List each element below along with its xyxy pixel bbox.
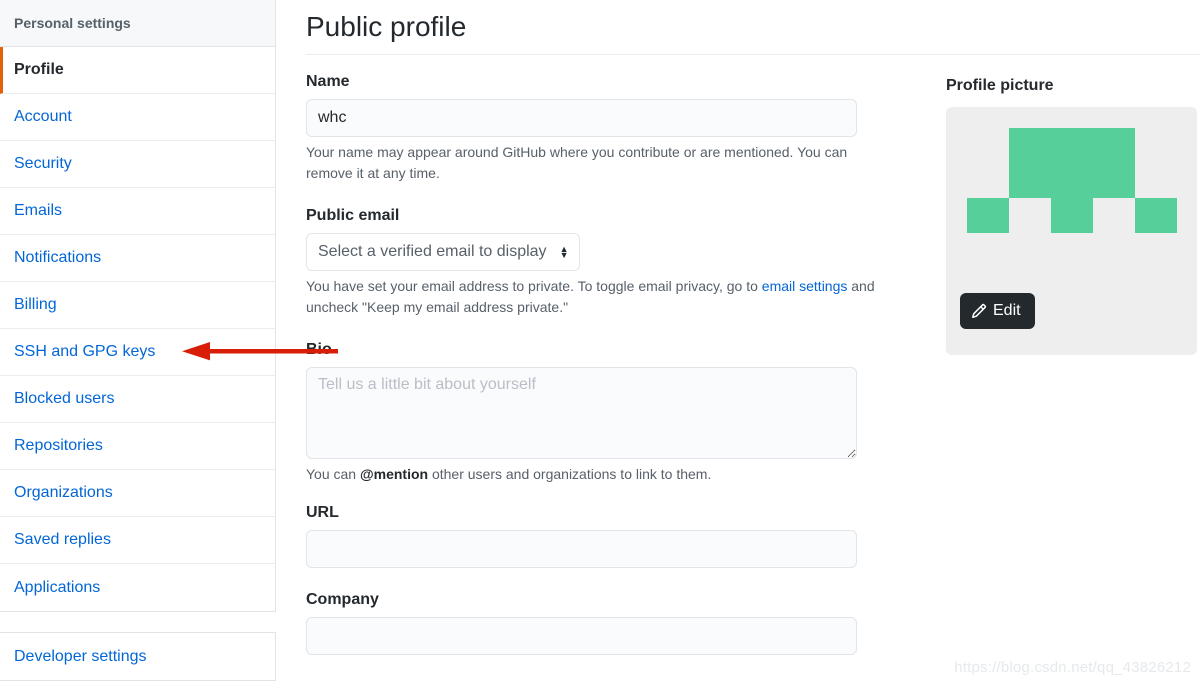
bio-field-group: Bio You can @mention other users and org… (306, 340, 857, 485)
identicon-cell (967, 128, 1009, 163)
identicon-cell (1135, 128, 1177, 163)
identicon-cell (1135, 163, 1177, 198)
bio-help-text: You can @mention other users and organiz… (306, 464, 891, 485)
url-label: URL (306, 504, 339, 521)
identicon-cell (1093, 163, 1135, 198)
title-divider (306, 54, 1200, 55)
public-email-help-text: You have set your email address to priva… (306, 276, 891, 318)
sidebar-item-label: SSH and GPG keys (14, 343, 156, 360)
avatar (967, 128, 1177, 303)
identicon-cell (1009, 128, 1051, 163)
edit-avatar-button[interactable]: Edit (960, 293, 1035, 329)
profile-form: Name Your name may appear around GitHub … (306, 72, 875, 655)
sidebar-nav-panel: Personal settings Profile Account Securi… (0, 0, 276, 612)
identicon-cell (967, 163, 1009, 198)
identicon-cell (1009, 163, 1051, 198)
sidebar-item-account[interactable]: Account (0, 94, 275, 141)
avatar-card: Edit (946, 107, 1197, 355)
name-field-group: Name Your name may appear around GitHub … (306, 72, 857, 184)
sidebar-item-label: Applications (14, 578, 101, 596)
name-label: Name (306, 73, 350, 90)
watermark: https://blog.csdn.net/qq_43826212 (954, 659, 1191, 676)
company-label: Company (306, 591, 379, 608)
settings-sidebar: Personal settings Profile Account Securi… (0, 0, 277, 688)
sidebar-item-label: Blocked users (14, 390, 115, 407)
identicon-cell (1051, 268, 1093, 303)
bio-label: Bio (306, 341, 332, 358)
public-email-label: Public email (306, 207, 400, 224)
sidebar-item-label: Notifications (14, 249, 102, 266)
sidebar-item-label: Account (14, 108, 72, 125)
sidebar-item-organizations[interactable]: Organizations (0, 470, 275, 517)
sidebar-item-emails[interactable]: Emails (0, 188, 275, 235)
identicon-cell (1093, 233, 1135, 268)
identicon-cell (1093, 128, 1135, 163)
bio-textarea[interactable] (306, 367, 857, 459)
mention-keyword: @mention (359, 466, 429, 482)
sidebar-item-notifications[interactable]: Notifications (0, 235, 275, 282)
identicon-cell (1135, 233, 1177, 268)
sidebar-item-label: Security (14, 155, 72, 172)
sidebar-item-label: Developer settings (14, 647, 147, 665)
sidebar-item-security[interactable]: Security (0, 141, 275, 188)
sidebar-item-billing[interactable]: Billing (0, 282, 275, 329)
sidebar-item-applications[interactable]: Applications (0, 564, 275, 611)
url-input[interactable] (306, 530, 857, 568)
sidebar-item-profile[interactable]: Profile (0, 47, 275, 94)
public-email-selected-value: Select a verified email to display (318, 243, 547, 260)
sidebar-item-label: Emails (14, 202, 63, 219)
identicon-cell (967, 198, 1009, 233)
page-title: Public profile (306, 11, 467, 42)
identicon-cell (1009, 198, 1051, 233)
sidebar-footer-panel: Developer settings (0, 632, 276, 681)
pencil-icon (971, 303, 987, 319)
sidebar-item-saved-replies[interactable]: Saved replies (0, 517, 275, 564)
identicon-cell (1135, 198, 1177, 233)
identicon-cell (1051, 198, 1093, 233)
main-content: Public profile Name Your name may appear… (306, 0, 1200, 688)
identicon-cell (967, 233, 1009, 268)
sidebar-item-blocked-users[interactable]: Blocked users (0, 376, 275, 423)
bio-help-suffix: other users and organizations to link to… (428, 466, 712, 482)
chevron-updown-icon: ▲ ▼ (559, 244, 569, 260)
url-field-group: URL (306, 503, 857, 568)
public-email-select[interactable]: Select a verified email to display ▲ ▼ (306, 233, 580, 271)
sidebar-item-ssh-and-gpg-keys[interactable]: SSH and GPG keys (0, 329, 275, 376)
edit-avatar-label: Edit (993, 302, 1021, 319)
sidebar-item-developer-settings[interactable]: Developer settings (0, 633, 275, 680)
public-email-help-prefix: You have set your email address to priva… (306, 278, 762, 294)
public-email-field-group: Public email Select a verified email to … (306, 206, 875, 318)
profile-picture-section: Profile picture Edit (946, 76, 1197, 355)
identicon-cell (1051, 163, 1093, 198)
identicon-cell (1051, 233, 1093, 268)
bio-help-prefix: You can (306, 466, 360, 482)
company-field-group: Company (306, 590, 857, 655)
sidebar-item-label: Billing (14, 296, 57, 313)
company-input[interactable] (306, 617, 857, 655)
sidebar-item-label: Profile (14, 61, 64, 78)
identicon-cell (1093, 198, 1135, 233)
sidebar-item-label: Organizations (14, 484, 113, 501)
email-settings-link[interactable]: email settings (762, 278, 848, 294)
identicon-cell (1135, 268, 1177, 303)
sidebar-item-repositories[interactable]: Repositories (0, 423, 275, 470)
sidebar-item-label: Saved replies (14, 531, 111, 548)
public-email-select-wrapper: Select a verified email to display ▲ ▼ (306, 233, 580, 271)
name-input[interactable] (306, 99, 857, 137)
sidebar-header: Personal settings (0, 0, 275, 47)
sidebar-item-label: Repositories (14, 437, 103, 454)
profile-picture-heading: Profile picture (946, 77, 1054, 94)
identicon-cell (1093, 268, 1135, 303)
name-help-text: Your name may appear around GitHub where… (306, 144, 848, 181)
identicon-cell (1051, 128, 1093, 163)
identicon-cell (1009, 233, 1051, 268)
